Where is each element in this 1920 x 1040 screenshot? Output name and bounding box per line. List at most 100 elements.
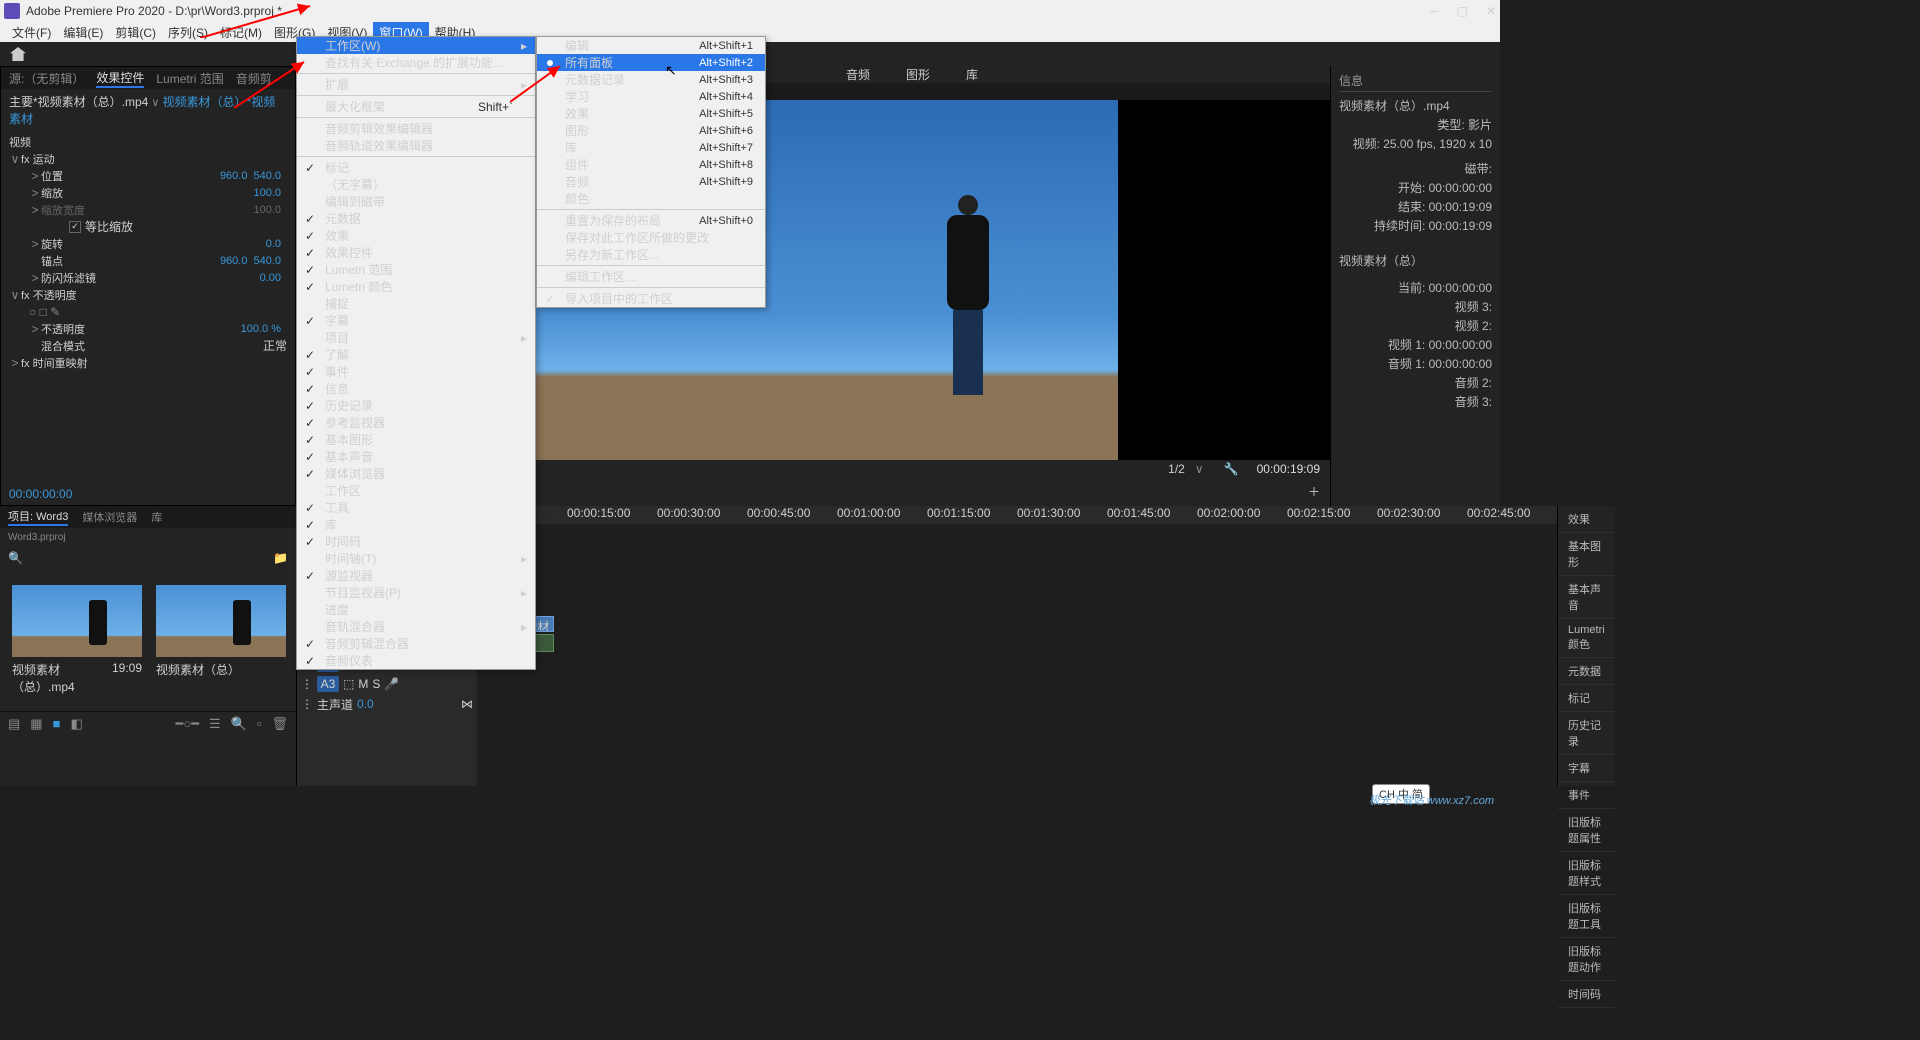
anchor-row[interactable]: 锚点 — [41, 253, 220, 269]
position-x[interactable]: 960.0 — [220, 170, 248, 182]
home-icon[interactable] — [10, 47, 26, 61]
menu1-item[interactable]: ✓元数据 — [297, 210, 535, 227]
menu1-item[interactable]: 音轨混合器▸ — [297, 618, 535, 635]
menu1-item[interactable]: ✓效果 — [297, 227, 535, 244]
menu1-item[interactable]: （无字幕） — [297, 176, 535, 193]
right-item-12[interactable]: 旧版标题动作 — [1558, 938, 1615, 981]
search-icon[interactable]: 🔍 — [8, 551, 23, 565]
new-item-icon[interactable]: ▫ — [257, 716, 262, 731]
menu-4[interactable]: 标记(M) — [214, 22, 268, 43]
effect-timecode[interactable]: 00:00:00:00 — [1, 483, 295, 505]
opacity-row[interactable]: fx 不透明度 — [21, 287, 287, 303]
menu2-item[interactable]: 图形Alt+Shift+6 — [537, 122, 765, 139]
menu-0[interactable]: 文件(F) — [6, 22, 57, 43]
menu1-item[interactable]: 进度 — [297, 601, 535, 618]
rotation-row[interactable]: 旋转 — [41, 236, 266, 252]
freeform-icon[interactable]: ■ — [53, 716, 61, 731]
menu2-item[interactable]: 学习Alt+Shift+4 — [537, 88, 765, 105]
position-row[interactable]: 位置 — [41, 168, 220, 184]
right-item-0[interactable]: 效果 — [1558, 506, 1615, 533]
menu2-item[interactable]: 颜色 — [537, 190, 765, 207]
menu2-item[interactable]: 效果Alt+Shift+5 — [537, 105, 765, 122]
proj-tab-1[interactable]: 媒体浏览器 — [82, 509, 137, 525]
menu-3[interactable]: 序列(S) — [162, 22, 214, 43]
master-val[interactable]: 0.0 — [357, 697, 374, 711]
menu-1[interactable]: 编辑(E) — [57, 22, 109, 43]
ws-图形[interactable]: 图形 — [906, 66, 930, 83]
menu2-item[interactable]: 组件Alt+Shift+8 — [537, 156, 765, 173]
menu1-item[interactable]: ✓参考监视器 — [297, 414, 535, 431]
menu2-item[interactable]: 另存为新工作区... — [537, 246, 765, 263]
menu1-item[interactable]: 编辑到磁带 — [297, 193, 535, 210]
sort-icon[interactable]: ◧ — [70, 716, 82, 732]
viewer-zoom[interactable]: 1/2 — [1168, 462, 1185, 476]
menu1-item[interactable]: 查找有关 Exchange 的扩展功能... — [297, 54, 535, 71]
folder-icon[interactable]: 📁 — [273, 551, 288, 565]
menu1-item[interactable]: ✓音频剪辑混合器 — [297, 635, 535, 652]
add-marker-icon[interactable]: ＋ — [1308, 483, 1320, 500]
timeline-content[interactable]: 🎬 视频素材（ — [477, 524, 1557, 786]
src-tab-2[interactable]: Lumetri 范围 — [156, 70, 223, 87]
right-item-6[interactable]: 历史记录 — [1558, 712, 1615, 755]
anchor-x[interactable]: 960.0 — [220, 255, 248, 267]
menu2-item[interactable]: 音频Alt+Shift+9 — [537, 173, 765, 190]
menu2-item[interactable]: 所有面板Alt+Shift+2 — [537, 54, 765, 71]
menu2-item[interactable]: ✓导入项目中的工作区 — [537, 290, 765, 307]
menu1-item[interactable]: 项目▸ — [297, 329, 535, 346]
menu2-item[interactable]: 元数据记录Alt+Shift+3 — [537, 71, 765, 88]
position-y[interactable]: 540.0 — [253, 170, 281, 182]
menu1-item[interactable]: ✓库 — [297, 516, 535, 533]
right-item-7[interactable]: 字幕 — [1558, 755, 1615, 782]
opacity-val[interactable]: 100.0 % — [241, 323, 281, 335]
antiflicker-row[interactable]: 防闪烁滤镜 — [41, 270, 260, 286]
menu1-item[interactable]: ✓了解 — [297, 346, 535, 363]
list-view-icon[interactable]: ▤ — [8, 716, 20, 732]
trash-icon[interactable]: 🗑 — [271, 716, 288, 732]
menu2-item[interactable]: 编辑工作区... — [537, 268, 765, 285]
menu1-item[interactable]: ✓历史记录 — [297, 397, 535, 414]
src-tab-0[interactable]: 源:（无剪辑） — [9, 70, 84, 87]
menu1-item[interactable]: ✓媒体浏览器 — [297, 465, 535, 482]
proj-tab-2[interactable]: 库 — [151, 509, 162, 525]
right-item-8[interactable]: 事件 — [1558, 782, 1615, 809]
menu1-item[interactable]: ✓信息 — [297, 380, 535, 397]
menu1-item[interactable]: 捕捉 — [297, 295, 535, 312]
menu1-item[interactable]: ✓字幕 — [297, 312, 535, 329]
antiflicker-val[interactable]: 0.00 — [260, 272, 281, 284]
right-item-5[interactable]: 标记 — [1558, 685, 1615, 712]
new-bin-icon[interactable]: ☰ — [209, 716, 221, 732]
menu1-item[interactable]: ✓基本声音 — [297, 448, 535, 465]
proj-tab-0[interactable]: 项目: Word3 — [8, 508, 68, 526]
menu1-item[interactable]: ✓源监视器 — [297, 567, 535, 584]
menu1-item[interactable]: ✓时间码 — [297, 533, 535, 550]
right-item-9[interactable]: 旧版标题属性 — [1558, 809, 1615, 852]
menu2-item[interactable]: 库Alt+Shift+7 — [537, 139, 765, 156]
menu1-item[interactable]: 时间轴(T)▸ — [297, 550, 535, 567]
menu1-item[interactable]: ✓工具 — [297, 499, 535, 516]
right-item-4[interactable]: 元数据 — [1558, 658, 1615, 685]
menu1-item[interactable]: 节目监视器(P)▸ — [297, 584, 535, 601]
menu1-item[interactable]: ✓音频仪表 — [297, 652, 535, 669]
right-item-13[interactable]: 时间码 — [1558, 981, 1615, 1008]
opacity-val-row[interactable]: 不透明度 — [41, 321, 241, 337]
blend-row[interactable]: 混合模式 — [41, 338, 263, 354]
menu1-item[interactable]: ✓基本图形 — [297, 431, 535, 448]
right-item-3[interactable]: Lumetri 颜色 — [1558, 619, 1615, 658]
close-button[interactable]: ✕ — [1486, 4, 1496, 18]
blend-val[interactable]: 正常 — [263, 337, 287, 354]
maximize-button[interactable]: ▢ — [1457, 4, 1468, 18]
thumb-1[interactable]: 视频素材（总） — [156, 585, 286, 695]
src-tab-3[interactable]: 音频剪 — [236, 70, 272, 87]
menu-2[interactable]: 剪辑(C) — [109, 22, 162, 43]
motion-row[interactable]: fx 运动 — [21, 151, 287, 167]
uniform-checkbox[interactable] — [69, 221, 81, 233]
menu1-item[interactable]: ✓事件 — [297, 363, 535, 380]
icon-view-icon[interactable]: ▦ — [30, 716, 42, 732]
menu1-item[interactable]: ✓效果控件 — [297, 244, 535, 261]
menu1-item[interactable]: 最大化框架Shift+` — [297, 98, 535, 115]
ws-库[interactable]: 库 — [966, 66, 978, 83]
search-icon-2[interactable]: 🔍 — [231, 716, 247, 732]
anchor-y[interactable]: 540.0 — [253, 255, 281, 267]
menu2-item[interactable]: 重置为保存的布局Alt+Shift+0 — [537, 212, 765, 229]
ws-音频[interactable]: 音频 — [846, 66, 870, 83]
